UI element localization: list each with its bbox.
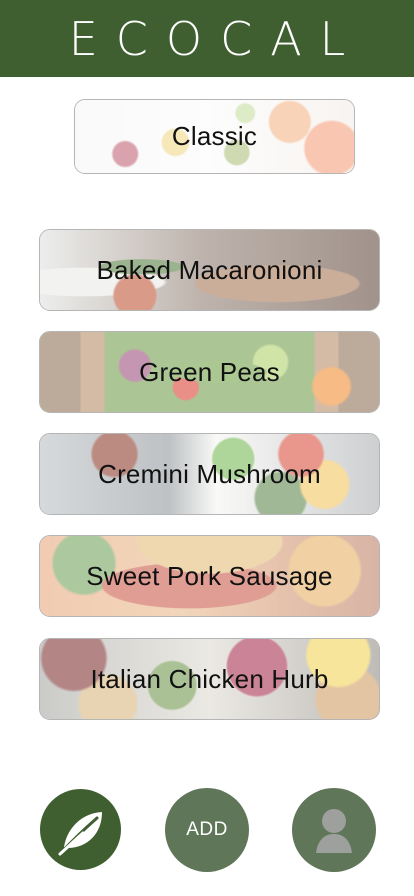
recipe-card-green-peas[interactable]: Green Peas xyxy=(39,331,380,413)
recipe-card-baked-macaronioni[interactable]: Baked Macaronioni xyxy=(39,229,380,311)
classic-menu-button[interactable]: Classic xyxy=(74,99,355,174)
app-header: ECOCAL xyxy=(0,0,414,77)
recipe-card-label: Cremini Mushroom xyxy=(98,458,321,489)
classic-menu-label: Classic xyxy=(171,121,258,151)
add-button-label: ADD xyxy=(186,819,228,840)
user-icon xyxy=(316,809,352,853)
recipe-card-cremini-mushroom[interactable]: Cremini Mushroom xyxy=(39,433,380,515)
app-title: ECOCAL xyxy=(68,11,364,66)
profile-button[interactable] xyxy=(292,788,376,872)
recipe-card-label: Italian Chicken Hurb xyxy=(90,663,329,694)
recipe-card-sweet-pork-sausage[interactable]: Sweet Pork Sausage xyxy=(39,535,380,617)
recipe-card-italian-chicken-hurb[interactable]: Italian Chicken Hurb xyxy=(39,638,380,720)
home-button[interactable] xyxy=(40,789,121,870)
recipe-card-label: Sweet Pork Sausage xyxy=(86,560,333,591)
recipe-card-label: Green Peas xyxy=(139,356,280,387)
recipe-card-label: Baked Macaronioni xyxy=(96,254,323,285)
add-button[interactable]: ADD xyxy=(165,788,249,872)
leaf-icon xyxy=(58,811,102,855)
